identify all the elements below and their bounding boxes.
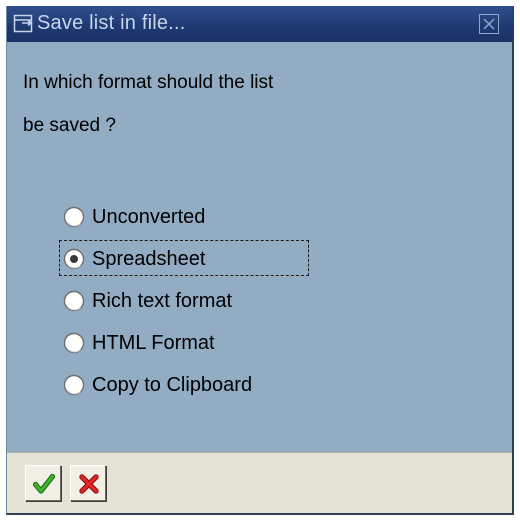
radio-button[interactable] <box>63 332 85 354</box>
option-label: Unconverted <box>92 205 206 228</box>
option-unconverted[interactable]: Unconverted <box>61 196 252 238</box>
close-icon <box>483 18 495 30</box>
prompt-line-2: be saved ? <box>23 115 116 136</box>
save-list-dialog: Save list in file... In which format sho… <box>6 6 514 515</box>
option-label: Spreadsheet <box>92 247 206 270</box>
title-bar[interactable]: Save list in file... <box>7 6 513 42</box>
option-html-format[interactable]: HTML Format <box>61 322 252 364</box>
option-label: Rich text format <box>92 289 233 312</box>
prompt-line-1: In which format should the list <box>23 72 274 93</box>
checkmark-icon <box>33 473 55 494</box>
option-spreadsheet[interactable]: Spreadsheet <box>58 238 310 280</box>
option-label: HTML Format <box>92 331 215 354</box>
dialog-title: Save list in file... <box>37 12 186 34</box>
format-options: Unconverted Spreadsheet Rich text format… <box>58 196 310 406</box>
dialog-icon <box>13 14 35 34</box>
radio-button[interactable] <box>63 206 85 228</box>
option-label: Copy to Clipboard <box>92 373 253 396</box>
radio-button-selected[interactable] <box>63 248 85 270</box>
option-rich-text-format[interactable]: Rich text format <box>61 280 252 322</box>
radio-button[interactable] <box>63 290 85 312</box>
cancel-x-icon <box>79 474 99 494</box>
close-button[interactable] <box>479 14 499 34</box>
cancel-button[interactable] <box>70 465 106 501</box>
continue-button[interactable] <box>25 465 61 501</box>
button-bar <box>7 452 512 513</box>
radio-button[interactable] <box>63 374 85 396</box>
option-copy-to-clipboard[interactable]: Copy to Clipboard <box>61 364 252 406</box>
